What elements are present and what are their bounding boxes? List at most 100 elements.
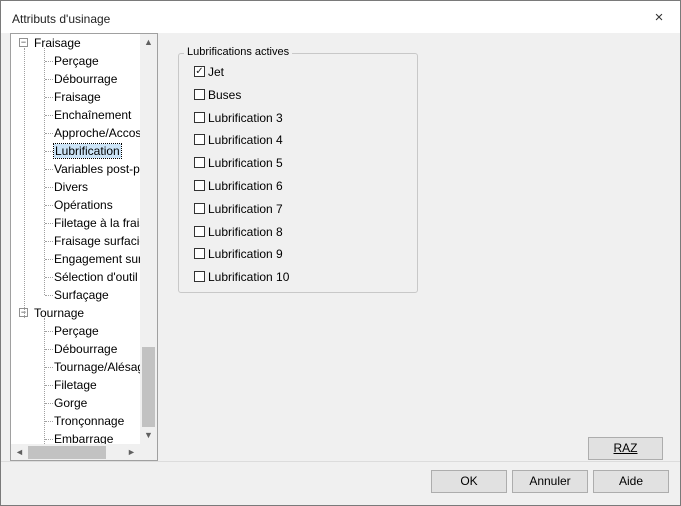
tree-item[interactable]: Approche/Accos: [54, 124, 141, 142]
tree-connector: [45, 187, 53, 188]
tree-item[interactable]: Débourrage: [54, 340, 117, 358]
tree-node-label: Tournage: [34, 306, 85, 320]
checkbox-label: Lubrification 10: [208, 270, 290, 285]
tree-item[interactable]: Embarrage: [54, 430, 113, 444]
tree-item[interactable]: Fraisage surfacic: [54, 232, 141, 250]
tree-item-label: Tronçonnage: [54, 414, 125, 428]
checkbox[interactable]: [194, 88, 205, 100]
tree-connector: [45, 61, 53, 62]
tree-content: − Fraisage Perçage Débourrage Fraisage Enchaî…: [11, 34, 141, 444]
checkbox-label: Buses: [208, 87, 242, 102]
tree-item[interactable]: Variables post-p: [54, 160, 140, 178]
raz-button[interactable]: RAZ: [588, 437, 663, 460]
tree-item[interactable]: Opérations: [54, 196, 113, 214]
tree-connector: [45, 403, 53, 404]
checkbox[interactable]: [194, 180, 205, 191]
tree-connector: [45, 79, 53, 80]
tree-item-label: Approche/Accos: [54, 126, 141, 140]
tree-item-label: Débourrage: [54, 342, 118, 356]
checkbox[interactable]: [194, 271, 205, 283]
tree-item[interactable]: Divers: [54, 178, 88, 196]
scroll-down-icon[interactable]: ▼: [140, 427, 157, 444]
scroll-right-icon[interactable]: ►: [123, 444, 140, 460]
help-button-label: Aide: [618, 474, 644, 488]
close-button[interactable]: ×: [641, 5, 677, 31]
checkbox-label: Lubrification 4: [208, 133, 283, 148]
tree-item[interactable]: Débourrage: [54, 70, 117, 88]
tree-item[interactable]: Engagement sur: [54, 250, 141, 268]
tree-item[interactable]: Filetage: [54, 376, 97, 394]
dialog-window: Attributs d'usinage × − Fraisage Perçage Dé…: [0, 0, 681, 506]
tree-item-label: Divers: [54, 180, 89, 194]
tree-item[interactable]: Lubrification: [53, 142, 122, 160]
tree-item-label: Filetage: [54, 378, 97, 392]
checkbox[interactable]: [194, 157, 205, 169]
tree-connector: [45, 259, 53, 260]
footer-separator: [1, 461, 680, 462]
collapse-icon[interactable]: −: [19, 38, 28, 47]
checkbox-label: Lubrification 7: [208, 201, 283, 216]
tree-item-label: Enchaînement: [54, 108, 132, 122]
checkbox[interactable]: [194, 202, 205, 214]
tree-item[interactable]: Surfaçage: [54, 286, 109, 304]
tree-connector: [45, 349, 53, 350]
tree-item-label: Fraisage surfacic: [54, 234, 141, 248]
tree-item[interactable]: Filetage à la frais: [54, 214, 141, 232]
checkbox-checked[interactable]: ✓: [194, 66, 205, 77]
tree-horizontal-scrollbar[interactable]: ◄ ►: [11, 444, 140, 460]
cancel-button[interactable]: Annuler: [512, 470, 588, 493]
tree-item-label: Embarrage: [54, 432, 114, 444]
tree-item-label: Débourrage: [54, 72, 118, 86]
tree-item-label: Tournage/Alésag: [54, 360, 141, 374]
raz-button-label: RAZ: [613, 441, 638, 455]
dialog-client-area: − Fraisage Perçage Débourrage Fraisage Enchaî…: [1, 33, 680, 505]
tree-item[interactable]: Tournage/Alésag: [54, 358, 141, 376]
tree-connector: [45, 241, 53, 242]
vertical-scroll-thumb[interactable]: [142, 347, 155, 427]
checkbox-label: Lubrification 9: [208, 247, 283, 262]
tree-connector: [45, 385, 53, 386]
checkbox[interactable]: [194, 134, 205, 146]
tree-node-fraisage[interactable]: Fraisage: [34, 34, 81, 52]
tree-item[interactable]: Sélection d'outil: [54, 268, 138, 286]
tree-item-label: Fraisage: [54, 90, 101, 104]
help-button[interactable]: Aide: [593, 470, 669, 493]
cancel-button-label: Annuler: [529, 474, 571, 488]
scrollbar-corner: [140, 444, 157, 460]
tree-item-label: Perçage: [54, 54, 99, 68]
checkbox[interactable]: [194, 111, 205, 123]
checkbox[interactable]: [194, 248, 205, 260]
tree-item[interactable]: Gorge: [54, 394, 87, 412]
checkbox-label: Jet: [208, 65, 225, 79]
tree-item[interactable]: Perçage: [54, 52, 99, 70]
tree-connector: [45, 367, 53, 368]
tree-item[interactable]: Fraisage: [54, 88, 101, 106]
tree-connector: [45, 295, 53, 296]
category-tree[interactable]: − Fraisage Perçage Débourrage Fraisage Enchaî…: [10, 33, 158, 461]
ok-button[interactable]: OK: [431, 470, 507, 493]
tree-connector: [45, 115, 53, 116]
tree-connector: [45, 421, 53, 422]
ok-button-label: OK: [460, 474, 478, 488]
tree-item-label: Sélection d'outil: [54, 270, 138, 284]
tree-item[interactable]: Perçage: [54, 322, 99, 340]
checkbox-label: Lubrification 8: [208, 224, 283, 239]
checkbox[interactable]: [194, 225, 205, 237]
horizontal-scroll-thumb[interactable]: [28, 446, 106, 459]
tree-item-label: Surfaçage: [54, 288, 109, 302]
tree-item-label: Gorge: [54, 396, 88, 410]
tree-node-tournage[interactable]: Tournage: [34, 304, 84, 322]
tree-connector: [45, 277, 53, 278]
tree-item[interactable]: Tronçonnage: [54, 412, 124, 430]
checkbox-label: Lubrification 6: [208, 179, 283, 193]
tree-connector: [45, 205, 53, 206]
scroll-up-icon[interactable]: ▲: [140, 34, 157, 51]
tree-item-label: Perçage: [54, 324, 99, 338]
tree-item-label: Lubrification: [53, 143, 122, 159]
title-bar: Attributs d'usinage ×: [1, 1, 680, 33]
tree-vertical-scrollbar[interactable]: ▲ ▼: [140, 34, 157, 444]
tree-item-label: Opérations: [54, 198, 113, 212]
tree-item[interactable]: Enchaînement: [54, 106, 131, 124]
scroll-left-icon[interactable]: ◄: [11, 444, 28, 460]
window-title: Attributs d'usinage: [12, 12, 111, 26]
